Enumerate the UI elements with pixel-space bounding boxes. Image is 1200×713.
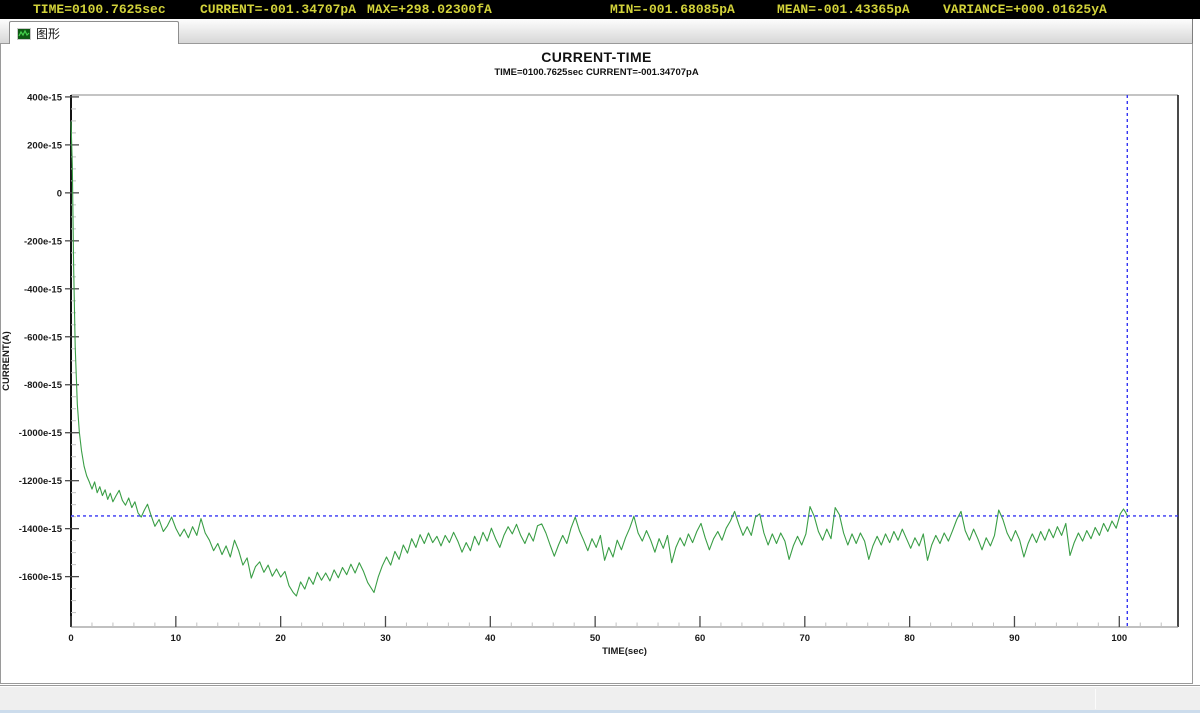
- y-tick-label: -1000e-15: [19, 428, 63, 439]
- status-field-current: CURRENT=-001.34707pA: [200, 2, 356, 17]
- chart-cursor-readout: TIME=0100.7625sec CURRENT=-001.34707pA: [1, 67, 1192, 78]
- x-tick-label: 60: [695, 633, 706, 644]
- x-tick-label: 20: [275, 633, 286, 644]
- y-tick-label: -200e-15: [24, 236, 63, 247]
- y-tick-label: -400e-15: [24, 284, 63, 295]
- x-tick-label: 40: [485, 633, 496, 644]
- x-axis-title: TIME(sec): [602, 646, 647, 657]
- y-tick-label: -1200e-15: [19, 476, 63, 487]
- x-tick-label: 10: [171, 633, 182, 644]
- waveform-icon: [17, 27, 31, 39]
- status-strip-divider: [1095, 689, 1096, 709]
- tab-graph-label: 图形: [36, 25, 60, 42]
- x-tick-label: 80: [904, 633, 915, 644]
- x-tick-label: 30: [380, 633, 391, 644]
- x-tick-label: 90: [1009, 633, 1020, 644]
- status-field-max: MAX=+298.02300fA: [367, 2, 492, 17]
- x-tick-label: 0: [68, 633, 73, 644]
- tab-bar: 图形: [0, 19, 1193, 44]
- signal-trace: [71, 121, 1127, 596]
- x-tick-label: 50: [590, 633, 601, 644]
- status-field-variance: VARIANCE=+000.01625yA: [943, 2, 1107, 17]
- tab-graph[interactable]: 图形: [9, 21, 179, 44]
- graph-panel: CURRENT-TIME TIME=0100.7625sec CURRENT=-…: [0, 44, 1193, 684]
- current-time-plot[interactable]: 0 10 20 30 40 50 60 70 80 90 100 400e-15 200e-15 0 -20…: [1, 85, 1192, 665]
- status-field-min: MIN=-001.68085pA: [610, 2, 735, 17]
- x-tick-label: 70: [800, 633, 811, 644]
- bottom-status-strip: [0, 685, 1200, 713]
- y-tick-label: -1600e-15: [19, 572, 63, 583]
- chart-title: CURRENT-TIME: [1, 49, 1192, 65]
- y-tick-label: -1400e-15: [19, 524, 63, 535]
- y-tick-label: 400e-15: [27, 92, 63, 103]
- y-tick-label: -600e-15: [24, 332, 63, 343]
- x-tick-label: 100: [1111, 633, 1127, 644]
- y-axis-title: CURRENT(A): [1, 331, 12, 391]
- status-field-time: TIME=0100.7625sec: [33, 2, 166, 17]
- y-tick-label: 200e-15: [27, 140, 63, 151]
- y-tick-label: -800e-15: [24, 380, 63, 391]
- measurement-status-bar: TIME=0100.7625sec CURRENT=-001.34707pA M…: [0, 0, 1200, 19]
- status-field-mean: MEAN=-001.43365pA: [777, 2, 910, 17]
- y-tick-label: 0: [57, 188, 62, 199]
